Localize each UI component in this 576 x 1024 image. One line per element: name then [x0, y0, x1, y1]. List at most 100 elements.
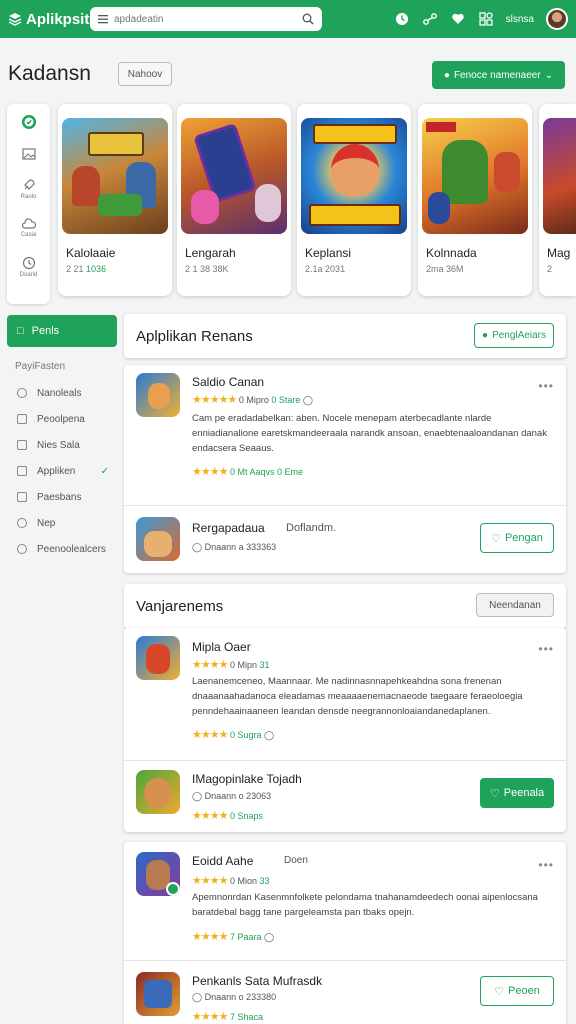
featured-meta: 2ma 36M [426, 264, 464, 274]
section-title: Aplplikan Renans [136, 328, 253, 345]
featured-card[interactable]: Lengarah 2 1 38 38K [177, 104, 291, 296]
app-icon[interactable] [136, 373, 180, 417]
app-rating-text: 7 Shaca [229, 1012, 263, 1022]
clock-icon [22, 256, 35, 270]
share-icon[interactable] [422, 11, 438, 27]
featured-card[interactable]: Mag 2 [539, 104, 576, 296]
left-rail: Raolo Casia Doarid [7, 104, 50, 304]
side-item-label: Peenoolealcers [37, 543, 106, 555]
circle-icon [17, 388, 27, 398]
avatar[interactable] [546, 8, 568, 30]
rail-label-raolo: Raolo [20, 194, 37, 200]
app-logo[interactable]: Aplikpsit [8, 11, 90, 28]
username[interactable]: slsnsa [506, 14, 534, 25]
side-item[interactable]: Paesbans [7, 484, 117, 510]
side-item[interactable]: Peenoolealcers [7, 536, 117, 562]
side-heading: PayiFasten [15, 361, 66, 372]
app-icon[interactable] [136, 972, 180, 1016]
featured-card[interactable]: Kalolaaie 2 21 1036 [58, 104, 172, 296]
grid-icon[interactable] [478, 11, 494, 27]
page-title: Kadansn [8, 62, 91, 85]
rail-item-image[interactable] [21, 148, 36, 160]
app-name[interactable]: Rergapadaua [192, 521, 265, 535]
app-extra: Doen [284, 855, 308, 866]
featured-card[interactable]: Kolnnada 2ma 36M [418, 104, 532, 296]
app-meta: Dnaann o 23063 [204, 791, 272, 801]
featured-meta: 2 1 38 38K [185, 264, 229, 274]
search-box[interactable] [90, 7, 322, 31]
more-icon[interactable]: ••• [538, 642, 554, 656]
info-icon: ◯ [192, 542, 203, 552]
rail-item-check[interactable] [21, 114, 37, 130]
app-rating-text: 7 Paara [229, 932, 262, 942]
app-rating-row: ★★★★ 0 Mt Aaqvs 0 Eme [192, 465, 303, 478]
app-rating-text: 0 Mt Aaqvs [229, 467, 275, 477]
divider [124, 760, 566, 761]
rail-item-rocket[interactable]: Raolo [20, 178, 37, 200]
app-icon[interactable] [136, 636, 180, 680]
search-icon[interactable] [302, 13, 314, 25]
featured-meta-a: 2 1 [185, 264, 198, 274]
side-item-active[interactable]: □ Penls [7, 315, 117, 347]
app-name[interactable]: Penkanls Sata Mufrasdk [192, 974, 322, 988]
app-list-card: Saldio Canan ★★★★★ 0 Mipro 0 Stare ◯ •••… [124, 365, 566, 573]
heart-icon: ♡ [489, 787, 500, 800]
app-meta-row: ◯ Dnaann o 233380 [192, 992, 276, 1003]
heart-icon[interactable] [450, 11, 466, 27]
star-rating: ★★★★ [192, 810, 228, 822]
app-rating-text: 0 Snaps [229, 811, 263, 821]
info-icon: ◯ [192, 992, 203, 1002]
search-input[interactable] [114, 13, 302, 25]
install-button[interactable]: ♡ Pengan [480, 523, 554, 553]
rail-item-clock[interactable]: Doarid [20, 256, 37, 278]
star-rating: ★★★★ [192, 1011, 228, 1023]
primary-action-button[interactable]: ● Fenoce namenaeer ⌄ [432, 61, 565, 89]
app-icon[interactable] [136, 517, 180, 561]
side-item[interactable]: Nies Sala [7, 432, 117, 458]
info-icon: ◯ [264, 730, 275, 740]
app-list-card: Eoidd Aahe Doen ★★★★ 0 Mion 33 ••• Apemn… [124, 842, 566, 1024]
app-name[interactable]: Saldio Canan [192, 375, 264, 389]
install-button[interactable]: ♡ Peenala [480, 778, 554, 808]
primary-action-label: Fenoce namenaeer [453, 69, 541, 81]
section-header: Aplplikan Renans ● PenglAeiars [124, 314, 566, 358]
featured-meta-b: 36M [446, 264, 464, 274]
featured-meta: 2 21 1036 [66, 264, 106, 274]
app-meta: 0 Mion [229, 876, 257, 886]
app-name[interactable]: Eoidd Aahe [192, 854, 253, 868]
chat-icon: ● [443, 69, 450, 81]
more-icon[interactable]: ••• [538, 379, 554, 393]
section-action-button[interactable]: ● PenglAeiars [474, 323, 554, 348]
side-item[interactable]: Nep [7, 510, 117, 536]
info-icon: ◯ [264, 932, 275, 942]
app-description: Apemnonrdan Kasenmnfolkete pelondama tna… [192, 892, 538, 918]
logo-text: Aplikpsit [26, 10, 90, 28]
game-artwork [62, 118, 168, 234]
more-icon[interactable]: ••• [538, 858, 554, 872]
featured-name: Keplansi [305, 246, 352, 260]
side-item[interactable]: Peoolpena [7, 406, 117, 432]
install-button[interactable]: ♡ Peoen [480, 976, 554, 1006]
section-action-label: PenglAeiars [492, 330, 546, 341]
clock-icon[interactable] [394, 11, 410, 27]
app-rating-row: ★★★★ 0 Snaps [192, 809, 263, 822]
chat-icon: ● [482, 330, 489, 341]
app-list-card: Mipla Oaer ★★★★ 0 Mipn 31 ••• Laenanemce… [124, 628, 566, 832]
side-item[interactable]: Appliken ✓ [7, 458, 117, 484]
featured-card[interactable]: Keplansi 2.1a 2031 [297, 104, 411, 296]
app-meta: 0 Mipro [238, 395, 269, 405]
section-action-button[interactable]: Neendanan [476, 593, 554, 617]
app-icon[interactable] [136, 852, 180, 896]
featured-meta: 2 [547, 264, 552, 274]
side-item[interactable]: Nanoleals [7, 380, 117, 406]
app-name[interactable]: IMagopinlake Tojadh [192, 772, 302, 786]
square-icon [17, 492, 27, 502]
rail-item-cloud[interactable]: Casia [21, 218, 36, 238]
filter-chip[interactable]: Nahoov [118, 62, 172, 86]
app-meta: Dnaann o 233380 [204, 992, 277, 1002]
app-name[interactable]: Mipla Oaer [192, 640, 251, 654]
rail-label-casia: Casia [20, 232, 37, 238]
app-meta-green: 33 [259, 876, 270, 886]
side-item-label: Nanoleals [37, 387, 82, 399]
app-icon[interactable] [136, 770, 180, 814]
